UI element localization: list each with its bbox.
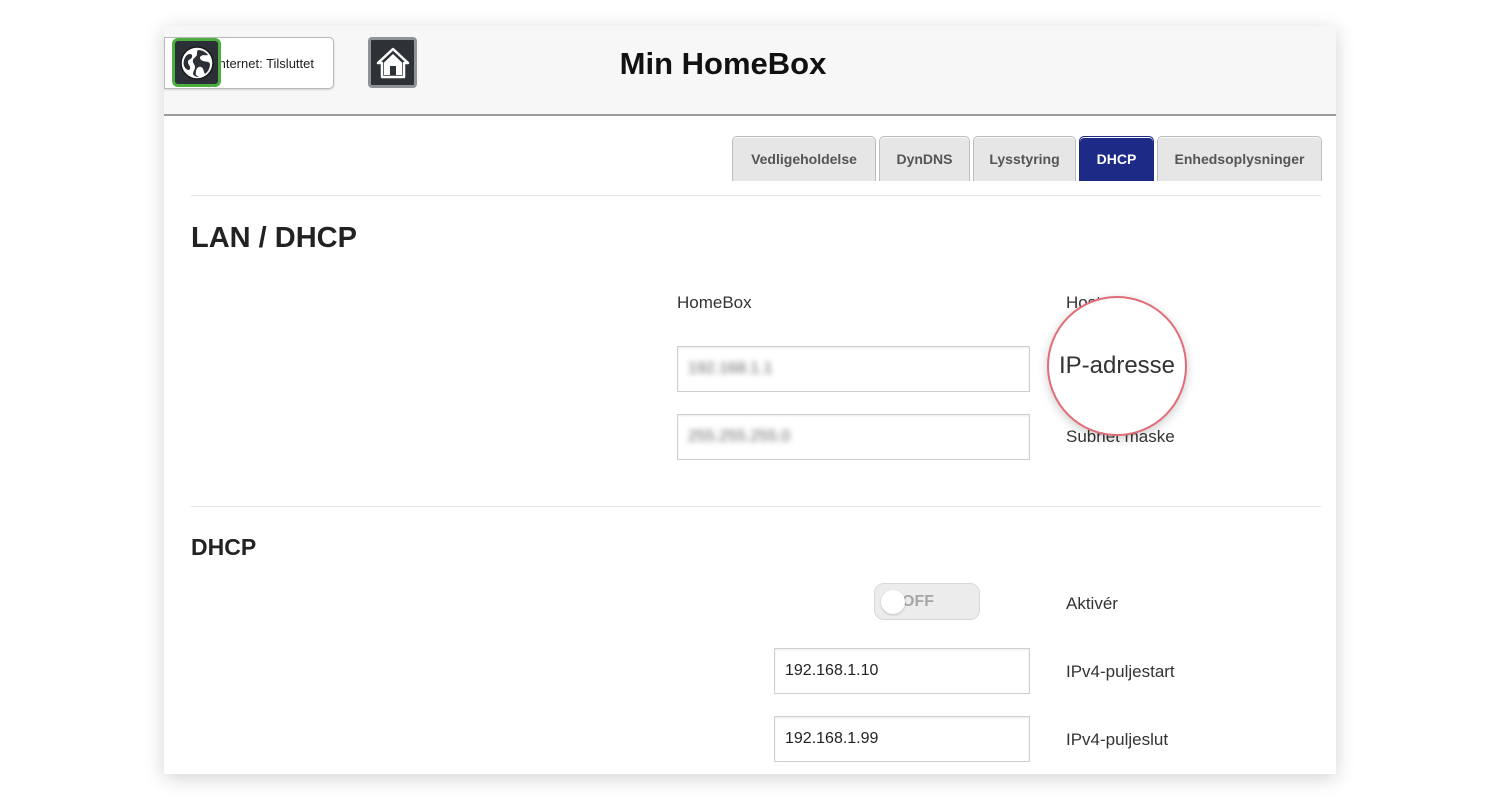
dhcp-enable-toggle[interactable]: OFF <box>874 583 980 620</box>
ip-address-label: IP-adresse <box>1058 352 1176 379</box>
toggle-knob <box>881 590 905 614</box>
lan-section-title: LAN / DHCP <box>191 222 357 254</box>
subnet-mask-field[interactable]: 255.255.255.0 <box>677 414 1030 460</box>
ipv4-pool-end-label: IPv4-puljeslut <box>1066 730 1169 749</box>
page-title: Min HomeBox <box>619 46 827 81</box>
toggle-state-text: OFF <box>902 593 934 610</box>
divider <box>191 506 1321 507</box>
homebox-ip-value: 192.168.1.1 <box>688 360 773 377</box>
tab-maintenance[interactable]: Vedligeholdelse <box>732 136 876 181</box>
divider <box>191 195 1321 196</box>
ipv4-pool-start-input[interactable]: 192.168.1.10 <box>774 648 1030 694</box>
tab-light-control[interactable]: Lysstyring <box>973 136 1076 181</box>
ipv4-pool-end-value: 192.168.1.99 <box>785 730 879 747</box>
app-header: Internet: Tilsluttet Min HomeBox <box>164 26 1336 116</box>
tab-dyndns[interactable]: DynDNS <box>879 136 970 181</box>
ip-address-highlight: IP-adresse <box>1047 296 1187 436</box>
tab-bar: Vedligeholdelse DynDNS Lysstyring DHCP E… <box>732 136 1325 181</box>
homebox-ip-field[interactable]: 192.168.1.1 <box>677 346 1030 392</box>
ipv4-pool-start-label: IPv4-puljestart <box>1066 662 1175 681</box>
ipv4-pool-start-value: 192.168.1.10 <box>785 662 879 679</box>
homebox-column-label: HomeBox <box>677 293 752 312</box>
subnet-mask-value: 255.255.255.0 <box>688 428 791 445</box>
dhcp-section-title: DHCP <box>191 534 257 560</box>
tab-device-info[interactable]: Enhedsoplysninger <box>1157 136 1322 181</box>
tab-dhcp[interactable]: DHCP <box>1079 136 1154 181</box>
dhcp-activate-label: Aktivér <box>1066 594 1118 613</box>
ipv4-pool-end-input[interactable]: 192.168.1.99 <box>774 716 1030 762</box>
